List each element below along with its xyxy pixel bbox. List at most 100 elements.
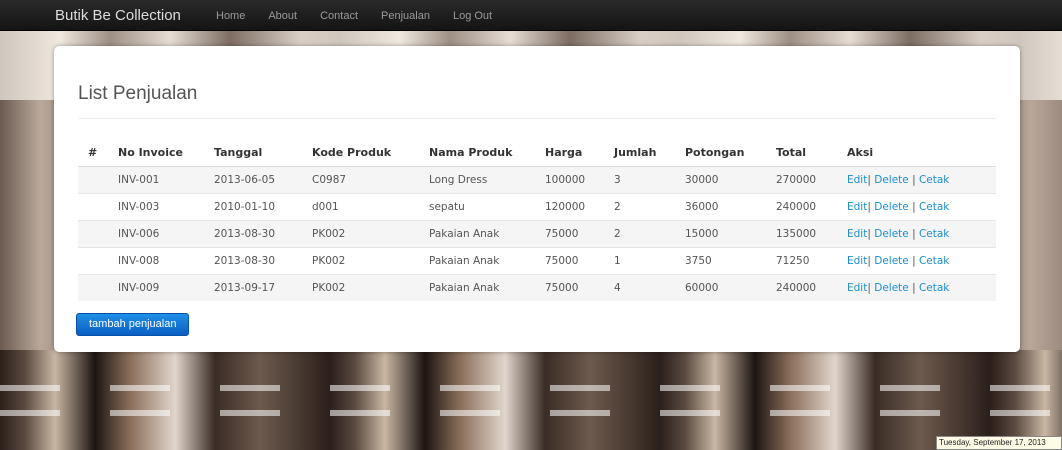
action-separator: | [912, 174, 916, 186]
row-number [78, 193, 108, 221]
nav-links: Home About Contact Penjualan Log Out [216, 10, 515, 22]
cell-product-code: PK002 [302, 220, 419, 248]
header-discount: Potongan [675, 138, 766, 167]
print-link[interactable]: Cetak [919, 228, 949, 240]
cell-price: 120000 [535, 193, 604, 221]
nav-penjualan[interactable]: Penjualan [381, 10, 430, 22]
header-price: Harga [535, 138, 604, 167]
cell-quantity: 2 [604, 220, 675, 248]
cell-actions: Edit| Delete | Cetak [837, 247, 996, 275]
cell-price: 100000 [535, 166, 604, 194]
header-product-code: Kode Produk [302, 138, 419, 167]
background-shelf-line [0, 385, 1062, 391]
cell-invoice: INV-001 [108, 166, 204, 194]
table-row: INV-006 2013-08-30 PK002 Pakaian Anak 75… [78, 220, 996, 248]
cell-total: 240000 [766, 274, 837, 301]
cell-product-name: Pakaian Anak [419, 220, 535, 248]
cell-price: 75000 [535, 247, 604, 275]
header-product-name: Nama Produk [419, 138, 535, 167]
background-shelf-line [0, 410, 1062, 416]
action-separator: | [867, 174, 871, 186]
cell-quantity: 3 [604, 166, 675, 194]
date-tooltip: Tuesday, September 17, 2013 [936, 436, 1062, 450]
table-header-row: # No Invoice Tanggal Kode Produk Nama Pr… [78, 138, 996, 167]
nav-contact[interactable]: Contact [320, 10, 358, 22]
cell-product-code: d001 [302, 193, 419, 221]
row-number [78, 274, 108, 301]
brand-title[interactable]: Butik Be Collection [55, 7, 181, 24]
cell-invoice: INV-009 [108, 274, 204, 301]
top-navbar: Butik Be Collection Home About Contact P… [0, 0, 1062, 31]
edit-link[interactable]: Edit [847, 174, 867, 186]
cell-actions: Edit| Delete | Cetak [837, 274, 996, 301]
header-invoice: No Invoice [108, 138, 204, 167]
cell-product-name: sepatu [419, 193, 535, 221]
cell-date: 2013-08-30 [204, 220, 302, 248]
cell-invoice: INV-008 [108, 247, 204, 275]
cell-product-name: Long Dress [419, 166, 535, 194]
action-separator: | [912, 255, 916, 267]
cell-price: 75000 [535, 220, 604, 248]
cell-discount: 36000 [675, 193, 766, 221]
table-row: INV-003 2010-01-10 d001 sepatu 120000 2 … [78, 193, 996, 221]
cell-discount: 3750 [675, 247, 766, 275]
action-separator: | [867, 201, 871, 213]
add-sale-button[interactable]: tambah penjualan [76, 313, 190, 336]
edit-link[interactable]: Edit [847, 228, 867, 240]
edit-link[interactable]: Edit [847, 201, 867, 213]
cell-total: 270000 [766, 166, 837, 194]
delete-link[interactable]: Delete [874, 282, 909, 294]
cell-actions: Edit| Delete | Cetak [837, 166, 996, 194]
cell-product-name: Pakaian Anak [419, 247, 535, 275]
header-quantity: Jumlah [604, 138, 675, 167]
action-separator: | [867, 282, 871, 294]
cell-date: 2010-01-10 [204, 193, 302, 221]
header-actions: Aksi [837, 138, 996, 167]
cell-date: 2013-08-30 [204, 247, 302, 275]
cell-product-code: PK002 [302, 247, 419, 275]
cell-date: 2013-09-17 [204, 274, 302, 301]
cell-invoice: INV-003 [108, 193, 204, 221]
header-number: # [78, 138, 108, 167]
cell-quantity: 2 [604, 193, 675, 221]
title-divider [78, 118, 996, 119]
header-total: Total [766, 138, 837, 167]
action-separator: | [912, 228, 916, 240]
cell-total: 135000 [766, 220, 837, 248]
cell-actions: Edit| Delete | Cetak [837, 220, 996, 248]
cell-date: 2013-06-05 [204, 166, 302, 194]
print-link[interactable]: Cetak [919, 255, 949, 267]
cell-price: 75000 [535, 274, 604, 301]
edit-link[interactable]: Edit [847, 282, 867, 294]
cell-actions: Edit| Delete | Cetak [837, 193, 996, 221]
nav-logout[interactable]: Log Out [453, 10, 492, 22]
table-row: INV-001 2013-06-05 C0987 Long Dress 1000… [78, 166, 996, 194]
row-number [78, 166, 108, 194]
delete-link[interactable]: Delete [874, 228, 909, 240]
cell-total: 71250 [766, 247, 837, 275]
delete-link[interactable]: Delete [874, 201, 909, 213]
edit-link[interactable]: Edit [847, 255, 867, 267]
row-number [78, 247, 108, 275]
row-number [78, 220, 108, 248]
cell-discount: 60000 [675, 274, 766, 301]
cell-discount: 15000 [675, 220, 766, 248]
delete-link[interactable]: Delete [874, 255, 909, 267]
cell-quantity: 1 [604, 247, 675, 275]
cell-product-code: C0987 [302, 166, 419, 194]
print-link[interactable]: Cetak [919, 174, 949, 186]
background-store-shelves [0, 350, 1062, 450]
cell-total: 240000 [766, 193, 837, 221]
page-title: List Penjualan [78, 83, 198, 104]
sales-table: # No Invoice Tanggal Kode Produk Nama Pr… [78, 138, 996, 301]
action-separator: | [912, 282, 916, 294]
action-separator: | [912, 201, 916, 213]
delete-link[interactable]: Delete [874, 174, 909, 186]
cell-invoice: INV-006 [108, 220, 204, 248]
print-link[interactable]: Cetak [919, 201, 949, 213]
nav-about[interactable]: About [268, 10, 297, 22]
nav-home[interactable]: Home [216, 10, 245, 22]
action-separator: | [867, 228, 871, 240]
print-link[interactable]: Cetak [919, 282, 949, 294]
table-row: INV-008 2013-08-30 PK002 Pakaian Anak 75… [78, 247, 996, 275]
